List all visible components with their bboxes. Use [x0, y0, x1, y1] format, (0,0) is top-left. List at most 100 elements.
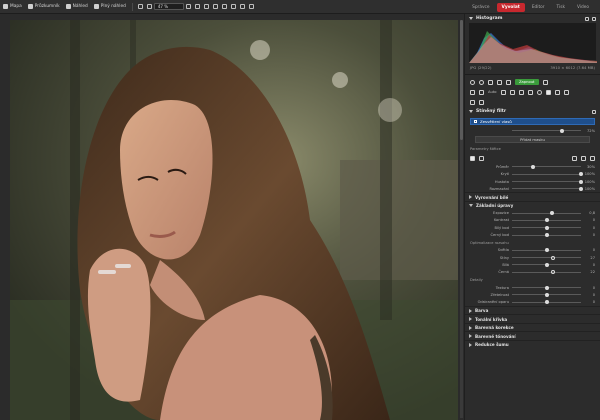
filter-opacity-slider[interactable]: 72%	[465, 127, 600, 134]
zoom-field[interactable]: 47 %	[153, 3, 184, 10]
slider-odstran-n-oparu[interactable]: Odstranění oparu 0	[465, 298, 600, 305]
layout-icon[interactable]	[137, 4, 143, 9]
slider-st-ny[interactable]: Stíny 27	[465, 254, 600, 261]
slider-knob[interactable]	[544, 300, 549, 305]
slider-knob[interactable]	[544, 292, 549, 297]
zoom-icon[interactable]	[479, 89, 484, 95]
flag-icon[interactable]	[239, 4, 245, 9]
pen-icon[interactable]	[563, 89, 569, 95]
slider-rozmaz-n-[interactable]: Rozmazání 100%	[465, 185, 600, 192]
section-barevn-korekce[interactable]: Barevná korekce	[465, 322, 600, 332]
slider-track[interactable]	[512, 211, 581, 216]
tab-print[interactable]: Tisk	[552, 3, 570, 12]
photo-canvas[interactable]	[10, 20, 458, 420]
slider-b-l-[interactable]: Bílá 0	[465, 261, 600, 268]
slider-knob[interactable]	[550, 211, 555, 216]
paste-icon[interactable]	[506, 79, 511, 85]
slider-z-etelnost[interactable]: Zřetelnost 0	[465, 291, 600, 298]
slider-knob[interactable]	[579, 186, 583, 191]
radial-icon[interactable]	[536, 89, 542, 95]
slider-b-l-bod[interactable]: Bílý bod 0	[465, 224, 600, 231]
filter-header[interactable]: Stíněný filtr	[465, 107, 600, 116]
slider-track[interactable]	[512, 255, 581, 260]
slider-knob[interactable]	[544, 262, 549, 267]
slider-track[interactable]	[512, 172, 583, 177]
slider-knob[interactable]	[551, 255, 556, 260]
full-preview-button[interactable]: Plný náhled	[91, 0, 129, 14]
grid-icon[interactable]	[203, 4, 209, 9]
slider-track[interactable]	[512, 292, 581, 297]
spot-icon[interactable]	[527, 89, 533, 95]
auto-label[interactable]: Auto	[488, 90, 497, 94]
slider-knob[interactable]	[551, 270, 556, 275]
rotate-left-icon[interactable]	[221, 4, 227, 9]
crop-icon[interactable]	[509, 89, 515, 95]
slider-knob[interactable]	[544, 233, 549, 238]
slider--ern-bod[interactable]: Černý bod 0	[465, 231, 600, 238]
slider-knob[interactable]	[544, 248, 549, 253]
slider-knob[interactable]	[579, 179, 583, 184]
section-white-balance[interactable]: Vyrovnání bílé	[465, 192, 600, 201]
fit-icon[interactable]	[194, 4, 200, 9]
tab-manager[interactable]: Správce	[467, 3, 494, 12]
slider-knob[interactable]	[559, 128, 564, 133]
section-barevn-t-nov-n-[interactable]: Barevné tónování	[465, 331, 600, 340]
undo-icon[interactable]	[470, 79, 475, 85]
slider-textura[interactable]: Textura 0	[465, 284, 600, 291]
slider-kryt-[interactable]: Krytí 100%	[465, 171, 600, 178]
filter-item-selected[interactable]: Zesvětlení vlasů	[470, 118, 595, 125]
straighten-icon[interactable]	[518, 89, 524, 95]
compare-icon[interactable]	[212, 4, 218, 9]
tab-develop[interactable]: Vyvolat	[496, 2, 525, 12]
view-icon[interactable]	[585, 16, 589, 21]
slider-knob[interactable]	[544, 218, 549, 223]
add-mask-button[interactable]: Přidat masku	[475, 136, 590, 144]
section-barva[interactable]: Barva	[465, 305, 600, 315]
map-button[interactable]: Mapa	[0, 0, 25, 14]
brush-icon[interactable]	[470, 155, 475, 161]
slider-track[interactable]	[512, 262, 581, 267]
slider-track[interactable]	[512, 164, 581, 169]
slider-track[interactable]	[512, 270, 581, 275]
slider-track[interactable]	[512, 285, 581, 290]
trash-icon[interactable]	[592, 109, 596, 114]
slider-knob[interactable]	[544, 285, 549, 290]
copy-icon[interactable]	[497, 79, 502, 85]
checkbox[interactable]	[474, 120, 477, 123]
slider-track[interactable]	[512, 300, 581, 305]
gradient-icon[interactable]	[554, 89, 560, 95]
section-redukce-umu[interactable]: Redukce šumu	[465, 339, 600, 349]
pipette-icon[interactable]	[470, 99, 475, 105]
section-basic[interactable]: Základní úpravy	[465, 200, 600, 210]
slider-track[interactable]	[512, 233, 581, 238]
stamp-icon[interactable]	[479, 99, 484, 105]
pipette-icon[interactable]	[572, 155, 577, 161]
brush-icon[interactable]	[545, 89, 551, 95]
scrollbar-thumb[interactable]	[460, 20, 463, 140]
menu-icon[interactable]	[592, 16, 596, 21]
section-ton-ln-k-ivka[interactable]: Tonální křivka	[465, 314, 600, 323]
rotate-right-icon[interactable]	[230, 4, 236, 9]
zoom-in-icon[interactable]	[185, 4, 191, 9]
browser-button[interactable]: Průzkumník	[25, 0, 63, 14]
slider--ern-[interactable]: Černá 22	[465, 269, 600, 276]
slider-pr-m-r[interactable]: Průměr 30%	[465, 163, 600, 170]
preview-button[interactable]: Náhled	[63, 0, 91, 14]
scrollbar[interactable]	[460, 20, 463, 418]
reset-icon[interactable]	[590, 155, 595, 161]
slider-track[interactable]	[512, 218, 581, 223]
apply-button[interactable]: Zapnout	[515, 79, 539, 85]
slider-expozice[interactable]: Expozice 0,8	[465, 209, 600, 216]
tab-editor[interactable]: Editor	[527, 3, 550, 12]
link-icon[interactable]	[581, 155, 586, 161]
settings-icon[interactable]	[248, 4, 254, 9]
slider-knob[interactable]	[530, 164, 535, 169]
eraser-icon[interactable]	[479, 155, 484, 161]
dropdown-icon[interactable]	[542, 79, 548, 85]
slider-track[interactable]	[512, 179, 583, 184]
tab-video[interactable]: Video	[572, 3, 594, 12]
slider-sv-tla[interactable]: Světla 0	[465, 247, 600, 254]
before-after-icon[interactable]	[488, 79, 493, 85]
redo-icon[interactable]	[479, 79, 484, 85]
zoom-out-icon[interactable]	[146, 4, 152, 9]
